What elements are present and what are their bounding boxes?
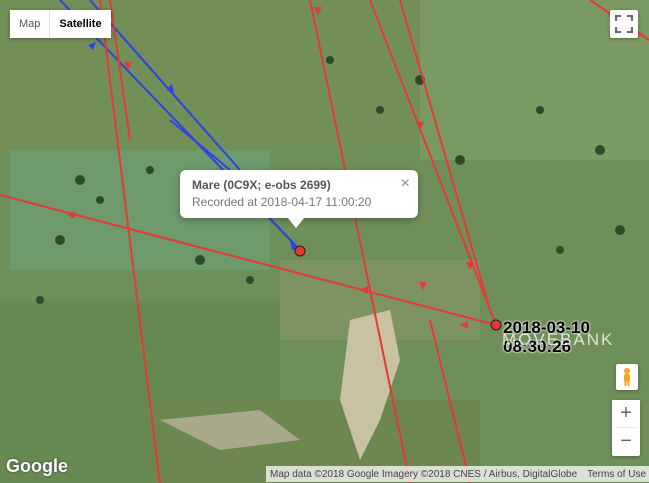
info-window-subtitle: Recorded at 2018-04-17 11:00:20	[192, 195, 372, 209]
attribution-text: Map data ©2018 Google Imagery ©2018 CNES…	[270, 468, 578, 480]
terms-of-use-link[interactable]: Terms of Use	[587, 469, 646, 480]
google-logo: Google	[6, 456, 68, 476]
satellite-imagery	[0, 0, 649, 483]
movebank-watermark: MOVEBANK	[502, 330, 615, 349]
pegman-button[interactable]	[616, 364, 638, 390]
info-window-title: Mare (0C9X; e-obs 2699)	[192, 178, 331, 192]
info-window: Mare (0C9X; e-obs 2699) Recorded at 2018…	[180, 170, 418, 228]
zoom-control: + −	[612, 400, 640, 456]
fullscreen-button[interactable]	[610, 10, 638, 38]
zoom-out-button[interactable]: −	[612, 428, 640, 455]
close-icon[interactable]: ×	[401, 176, 410, 192]
map-type-control: Map Satellite	[10, 10, 111, 38]
fullscreen-icon	[615, 15, 633, 33]
map-type-map-button[interactable]: Map	[10, 10, 50, 38]
zoom-in-button[interactable]: +	[612, 400, 640, 427]
map-canvas[interactable]: Map Satellite Mare (0C9X; e-obs 2699) Re…	[0, 0, 649, 483]
pegman-icon	[624, 368, 630, 386]
attribution-bar: Map data ©2018 Google Imagery ©2018 CNES…	[266, 466, 649, 482]
map-type-satellite-button[interactable]: Satellite	[49, 10, 111, 38]
